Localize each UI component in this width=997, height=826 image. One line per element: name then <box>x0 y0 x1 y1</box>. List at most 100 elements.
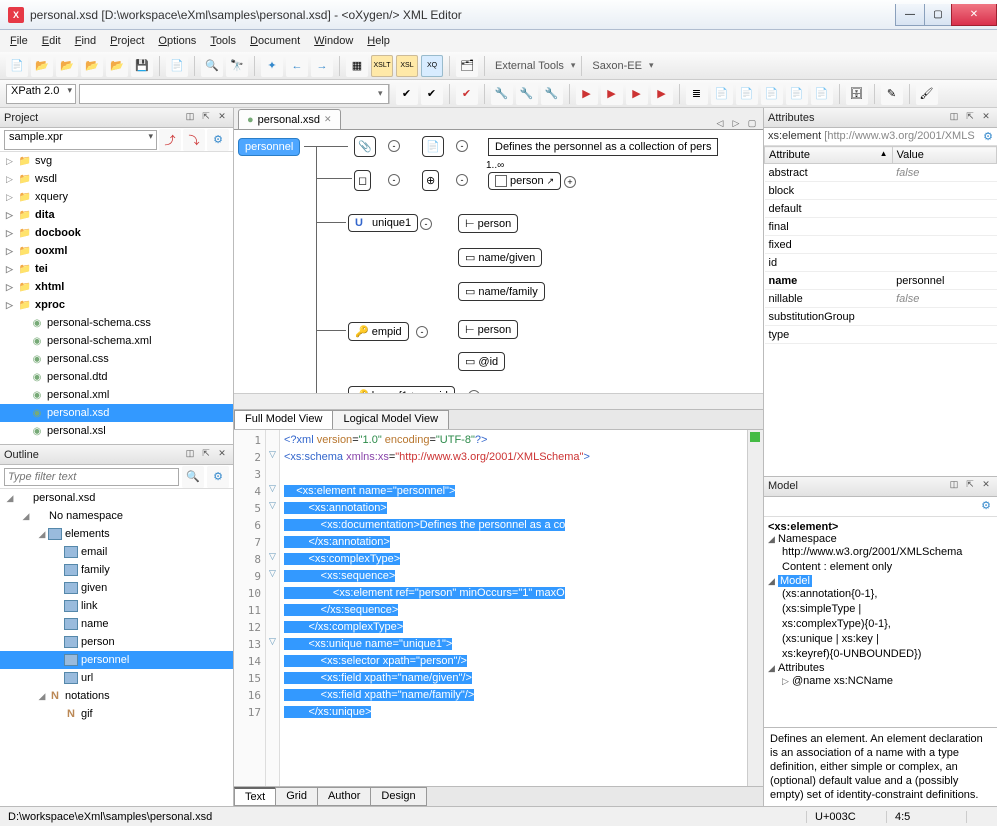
wrench3-icon[interactable]: 🔧 <box>541 83 563 105</box>
open3-icon[interactable]: 📂 <box>81 55 103 77</box>
prev-tab-icon[interactable]: ◁ <box>713 118 727 129</box>
diagram-person-ref[interactable]: person↗ <box>488 172 561 190</box>
gear-icon[interactable]: ⚙ <box>981 500 991 512</box>
project-folder[interactable]: ▷📁xquery <box>0 188 233 206</box>
diagram-field-namefamily[interactable]: ▭ name/family <box>458 282 545 301</box>
attribute-row[interactable]: nillablefalse <box>765 290 997 308</box>
attribute-row[interactable]: abstractfalse <box>765 164 997 182</box>
xslt2-icon[interactable]: XSL <box>396 55 418 77</box>
open-icon[interactable]: 📂 <box>31 55 53 77</box>
outline-item[interactable]: email <box>0 543 233 561</box>
nav-star-icon[interactable]: ✦ <box>261 55 283 77</box>
brush-icon[interactable]: 🖌 <box>916 83 938 105</box>
panel-close-icon[interactable]: ✕ <box>215 448 229 462</box>
project-file[interactable]: ◉personal.dtd <box>0 368 233 386</box>
back-icon[interactable]: ← <box>286 55 308 77</box>
expand-icon[interactable]: - <box>456 174 468 186</box>
diagram-sequence-icon[interactable]: ⊕ <box>422 170 439 191</box>
edit-icon[interactable]: ✎ <box>881 83 903 105</box>
doc2-icon[interactable]: 📄 <box>736 83 758 105</box>
run2-icon[interactable]: ▶ <box>601 83 623 105</box>
project-folder[interactable]: ▷📁svg <box>0 152 233 170</box>
external-tools-label[interactable]: External Tools <box>495 60 564 72</box>
run-icon[interactable]: ▶ <box>576 83 598 105</box>
doc1-icon[interactable]: 📄 <box>711 83 733 105</box>
panel-float-icon[interactable]: ◫ <box>183 111 197 125</box>
project-tree[interactable]: ▷📁svg▷📁wsdl▷📁xquery▷📁dita▷📁docbook▷📁ooxm… <box>0 152 233 444</box>
xq-icon[interactable]: XQ <box>421 55 443 77</box>
doc3-icon[interactable]: 📄 <box>761 83 783 105</box>
model-selected[interactable]: Model <box>778 575 812 587</box>
panel-pin-icon[interactable]: ⇱ <box>963 479 977 493</box>
outline-tree[interactable]: ◢personal.xsd◢No namespace◢elementsemail… <box>0 489 233 806</box>
project-file[interactable]: ◉personal-schema.css <box>0 314 233 332</box>
xpath-input[interactable] <box>79 84 389 104</box>
tab-author[interactable]: Author <box>317 787 371 806</box>
xpath-version-combo[interactable]: XPath 2.0 <box>6 84 76 104</box>
menu-window[interactable]: Window <box>314 35 353 47</box>
model-tree[interactable]: <xs:element> ◢Namespace http://www.w3.or… <box>764 517 997 728</box>
expand-icon[interactable]: - <box>388 174 400 186</box>
run3-icon[interactable]: ▶ <box>626 83 648 105</box>
source-editor[interactable]: 1234567891011121314151617 ▽▽▽▽▽▽ <?xml v… <box>234 430 763 786</box>
panel-close-icon[interactable]: ✕ <box>979 479 993 493</box>
panel-pin-icon[interactable]: ⇱ <box>199 111 213 125</box>
wrench2-icon[interactable]: 🔧 <box>516 83 538 105</box>
validate-icon[interactable]: ✔ <box>456 83 478 105</box>
xslt-icon[interactable]: XSLT <box>371 55 393 77</box>
attributes-table[interactable]: Attribute ▲Valueabstractfalseblockdefaul… <box>764 146 997 476</box>
project-file-combo[interactable]: sample.xpr <box>4 130 157 150</box>
spell-icon[interactable]: ✔ <box>396 83 418 105</box>
project-file[interactable]: ◉personal.xsl <box>0 422 233 440</box>
engine-label[interactable]: Saxon-EE <box>592 60 642 72</box>
expand-icon[interactable]: + <box>564 176 576 188</box>
editor-tab[interactable]: ● personal.xsd ✕ <box>238 109 341 129</box>
attribute-row[interactable]: substitutionGroup <box>765 308 997 326</box>
menu-find[interactable]: Find <box>75 35 96 47</box>
diagram-field-id[interactable]: ▭ @id <box>458 352 505 371</box>
menu-edit[interactable]: Edit <box>42 35 61 47</box>
open2-icon[interactable]: 📂 <box>56 55 78 77</box>
expand-icon[interactable]: - <box>420 218 432 230</box>
indent-icon[interactable]: ≣ <box>686 83 708 105</box>
attribute-row[interactable]: block <box>765 182 997 200</box>
outline-item[interactable]: url <box>0 669 233 687</box>
diagram-doc-icon[interactable]: 📄 <box>422 136 444 157</box>
newx-icon[interactable]: 📄 <box>166 55 188 77</box>
panel-float-icon[interactable]: ◫ <box>947 479 961 493</box>
diagram-root-node[interactable]: personnel <box>238 138 300 156</box>
binoc-icon[interactable]: 🔭 <box>226 55 248 77</box>
outline-item[interactable]: link <box>0 597 233 615</box>
project-file[interactable]: ◉personal.css <box>0 350 233 368</box>
diagram-selector-person2[interactable]: ⊢ person <box>458 320 518 339</box>
outline-item[interactable]: ◢elements <box>0 525 233 543</box>
cfg-icon[interactable]: 🗂 <box>456 55 478 77</box>
gear-icon[interactable]: ⚙ <box>207 466 229 488</box>
expand-icon[interactable]: - <box>416 326 428 338</box>
forward-icon[interactable]: → <box>311 55 333 77</box>
panel-close-icon[interactable]: ✕ <box>979 111 993 125</box>
fold-gutter[interactable]: ▽▽▽▽▽▽ <box>266 430 280 786</box>
attribute-row[interactable]: type <box>765 326 997 344</box>
menu-options[interactable]: Options <box>158 35 196 47</box>
menu-project[interactable]: Project <box>110 35 144 47</box>
diagram-field-namegiven[interactable]: ▭ name/given <box>458 248 542 267</box>
diagram-annotation-icon[interactable]: 📎 <box>354 136 376 157</box>
diagram-selector-person[interactable]: ⊢ person <box>458 214 518 233</box>
wrench-icon[interactable]: 🔧 <box>491 83 513 105</box>
attribute-row[interactable]: namepersonnel <box>765 272 997 290</box>
outline-item[interactable]: family <box>0 561 233 579</box>
attribute-row[interactable]: id <box>765 254 997 272</box>
spell2-icon[interactable]: ✔ <box>421 83 443 105</box>
gear-icon[interactable]: ⚙ <box>983 130 993 143</box>
attribute-row[interactable]: default <box>765 200 997 218</box>
panel-close-icon[interactable]: ✕ <box>215 111 229 125</box>
expand-icon[interactable]: - <box>456 140 468 152</box>
project-folder[interactable]: ▷📁xhtml <box>0 278 233 296</box>
horizontal-scrollbar[interactable] <box>234 393 763 409</box>
outline-item[interactable]: given <box>0 579 233 597</box>
run4-icon[interactable]: ▶ <box>651 83 673 105</box>
outline-item[interactable]: person <box>0 633 233 651</box>
menu-tools[interactable]: Tools <box>210 35 236 47</box>
project-folder[interactable]: ▷📁xproc <box>0 296 233 314</box>
